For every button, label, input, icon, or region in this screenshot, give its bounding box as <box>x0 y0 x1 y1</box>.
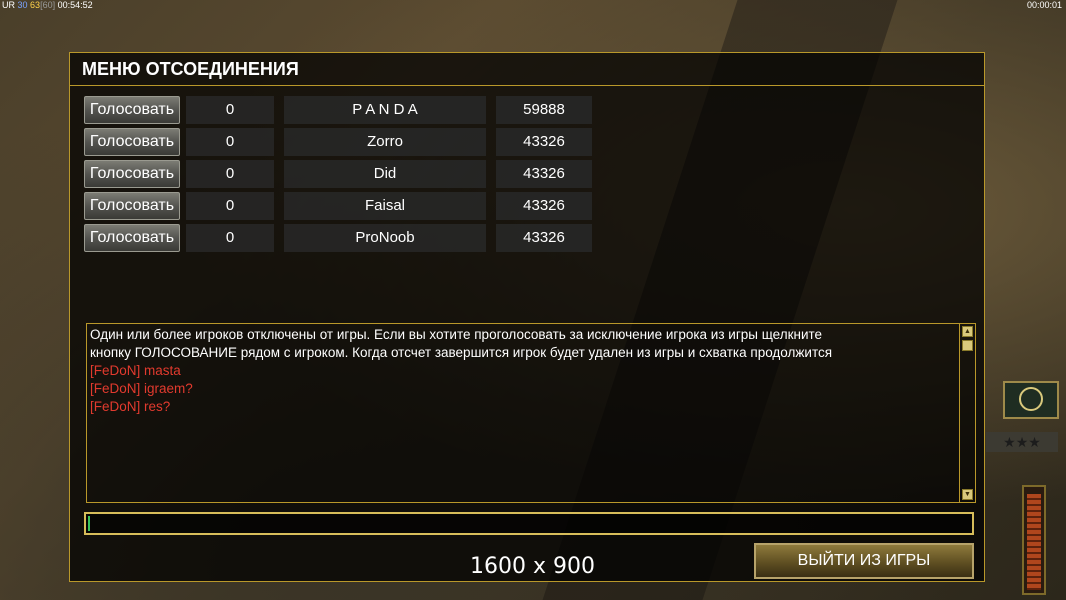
vote-count: 0 <box>186 192 274 220</box>
vote-button[interactable]: Голосовать <box>84 192 180 220</box>
player-ping: 43326 <box>496 192 592 220</box>
player-name: P A N D A <box>284 96 486 124</box>
player-ping: 43326 <box>496 160 592 188</box>
radar-minimap[interactable] <box>1003 381 1059 419</box>
game-clock-left: 00:54:52 <box>57 0 93 10</box>
fps-value-3: [60] <box>40 0 56 10</box>
player-ping: 43326 <box>496 128 592 156</box>
vote-count: 0 <box>186 128 274 156</box>
exit-game-button[interactable]: ВЫЙТИ ИЗ ИГРЫ <box>754 543 974 579</box>
dialog-title: МЕНЮ ОТСОЕДИНЕНИЯ <box>70 53 984 86</box>
vote-button[interactable]: Голосовать <box>84 128 180 156</box>
power-meter-fill <box>1027 494 1041 590</box>
player-ping: 43326 <box>496 224 592 252</box>
vote-count: 0 <box>186 224 274 252</box>
radar-circle-icon <box>1019 387 1043 411</box>
player-name: ProNoob <box>284 224 486 252</box>
player-row: Голосовать 0 Zorro 43326 <box>76 127 596 156</box>
text-caret <box>88 516 90 531</box>
player-name: Did <box>284 160 486 188</box>
player-row: Голосовать 0 ProNoob 43326 <box>76 223 596 252</box>
player-name: Zorro <box>284 128 486 156</box>
resolution-overlay: 1600 x 900 <box>470 554 595 579</box>
chat-scrollbar[interactable]: ▲ ▼ <box>959 324 975 502</box>
fps-value-2: 63 <box>30 0 41 10</box>
chat-line: [FeDoN] igraem? <box>90 381 193 396</box>
vote-count: 0 <box>186 160 274 188</box>
chat-line: [FeDoN] masta <box>90 363 181 378</box>
vote-button[interactable]: Голосовать <box>84 224 180 252</box>
scroll-down-icon[interactable]: ▼ <box>962 489 973 500</box>
chat-line: Один или более игроков отключены от игры… <box>90 327 823 342</box>
vote-button[interactable]: Голосовать <box>84 160 180 188</box>
fps-value-1: 30 <box>17 0 28 10</box>
rank-stars: ★★★ <box>986 432 1058 452</box>
vote-button[interactable]: Голосовать <box>84 96 180 124</box>
player-name: Faisal <box>284 192 486 220</box>
player-row: Голосовать 0 Did 43326 <box>76 159 596 188</box>
chat-log: Один или более игроков отключены от игры… <box>86 323 976 503</box>
fps-readout: UR 30 63[60] 00:54:52 <box>2 0 93 10</box>
disconnect-dialog: МЕНЮ ОТСОЕДИНЕНИЯ Голосовать 0 P A N D A… <box>69 52 985 582</box>
scroll-up-icon[interactable]: ▲ <box>962 326 973 337</box>
vote-count: 0 <box>186 96 274 124</box>
scroll-thumb[interactable] <box>962 340 973 351</box>
chat-line: кнопку ГОЛОСОВАНИЕ рядом с игроком. Когд… <box>90 345 833 360</box>
player-row: Голосовать 0 Faisal 43326 <box>76 191 596 220</box>
game-clock-right: 00:00:01 <box>1026 0 1062 10</box>
power-meter <box>1022 485 1046 595</box>
player-row: Голосовать 0 P A N D A 59888 <box>76 95 596 124</box>
chat-input[interactable] <box>84 512 974 535</box>
hud-top-strip: UR 30 63[60] 00:54:52 00:00:01 <box>0 0 1066 10</box>
fps-prefix: UR <box>2 0 15 10</box>
chat-line: [FeDoN] res? <box>90 399 171 414</box>
player-ping: 59888 <box>496 96 592 124</box>
